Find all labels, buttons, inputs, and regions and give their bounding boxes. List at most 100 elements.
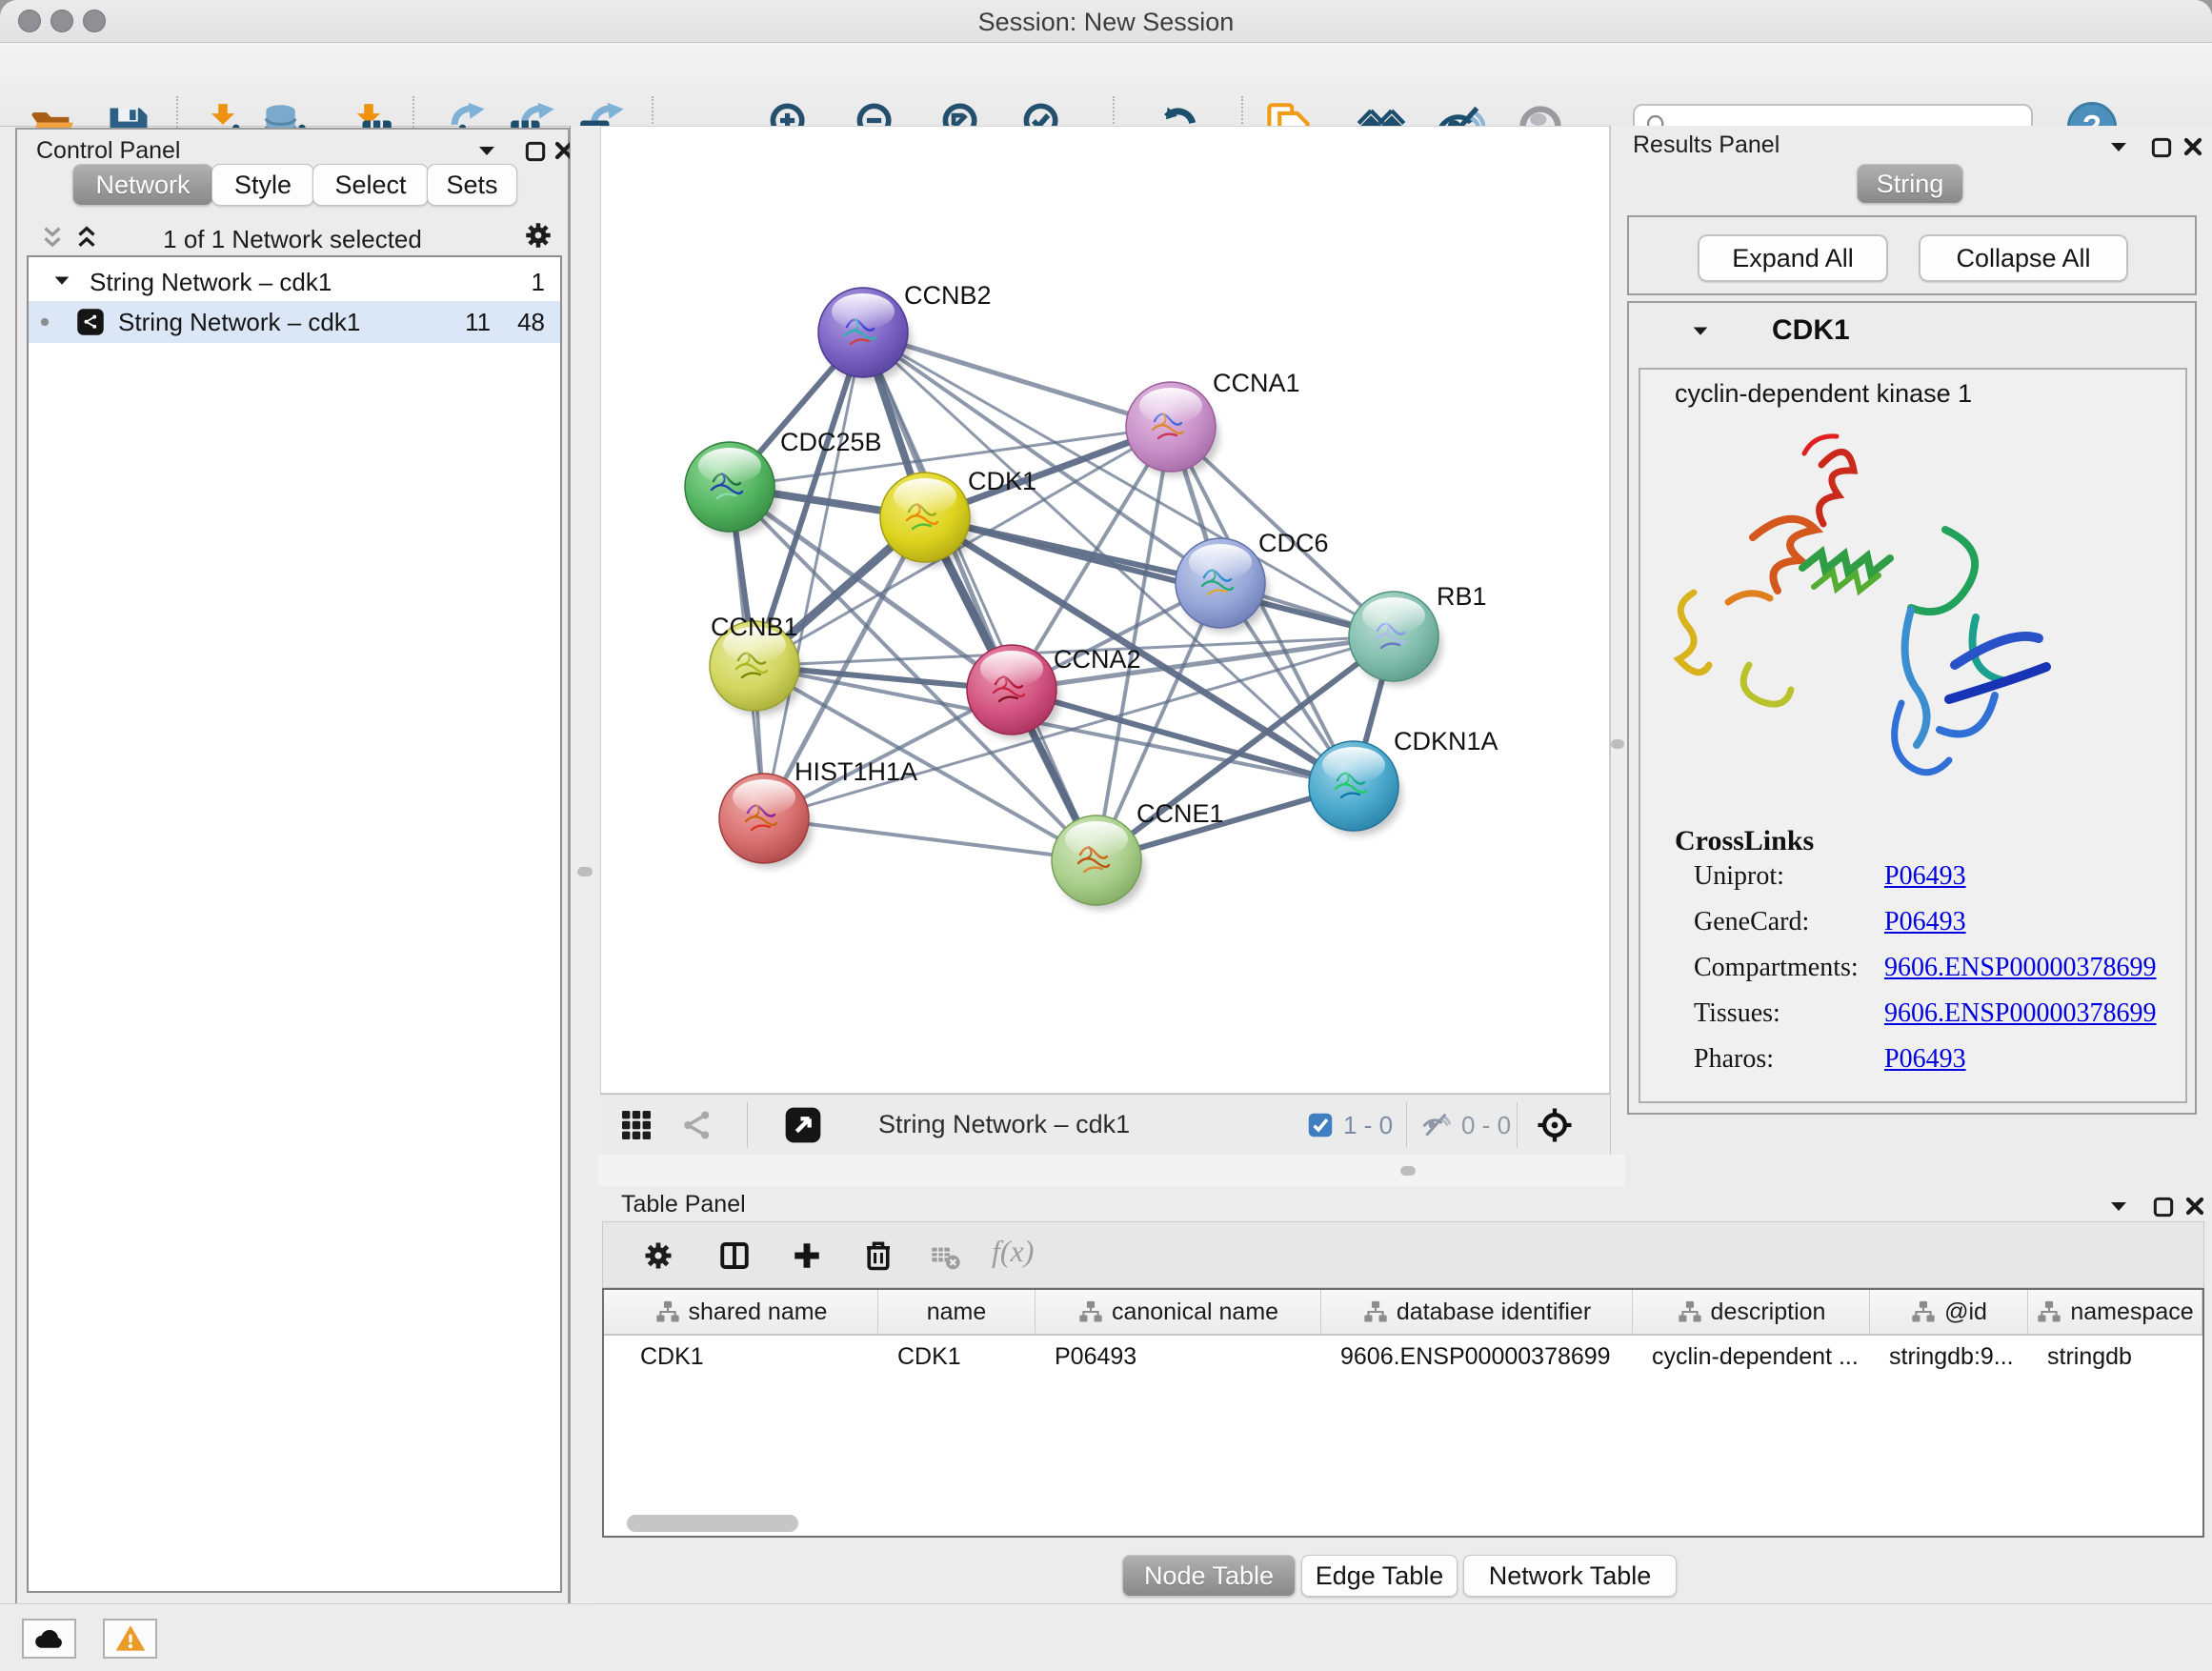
table-cell[interactable]: CDK1 xyxy=(878,1336,1036,1378)
crosslink-label: Tissues: xyxy=(1694,998,1884,1029)
crosslink-label: Uniprot: xyxy=(1694,861,1884,892)
column-header-database-identifier[interactable]: database identifier xyxy=(1321,1290,1633,1334)
left-splitter[interactable] xyxy=(570,126,602,1603)
crosslink-value-link[interactable]: P06493 xyxy=(1884,861,1966,892)
function-builder-icon: f(x) xyxy=(992,1234,1034,1269)
table-options-gear-icon[interactable] xyxy=(641,1238,675,1273)
float-panel-icon[interactable] xyxy=(2149,135,2174,160)
app-window: Session: New Session ? Control Panel 1 o… xyxy=(0,0,2212,1671)
warnings-button[interactable] xyxy=(103,1619,157,1659)
column-header-description[interactable]: description xyxy=(1633,1290,1870,1334)
table-cell[interactable]: 9606.ENSP00000378699 xyxy=(1321,1336,1633,1378)
table-header-row: shared name name canonical name database id… xyxy=(604,1290,2202,1336)
tab-style[interactable]: Style xyxy=(211,164,314,206)
column-header-label: @id xyxy=(1944,1299,1987,1326)
tab-sets[interactable]: Sets xyxy=(427,164,517,206)
left-splitter-handle[interactable] xyxy=(577,867,593,876)
network-node-rb1[interactable] xyxy=(1349,592,1442,686)
column-header-namespace[interactable]: namespace xyxy=(2028,1290,2202,1334)
network-column-icon xyxy=(654,1299,681,1325)
add-column-icon[interactable] xyxy=(790,1238,824,1273)
crosslink-value-link[interactable]: P06493 xyxy=(1884,1044,1966,1075)
crosslink-row: GeneCard:P06493 xyxy=(1694,907,2170,937)
network-column-icon xyxy=(1362,1299,1389,1325)
collapse-panel-icon[interactable] xyxy=(2107,1197,2130,1219)
crosslink-value-link[interactable]: P06493 xyxy=(1884,907,1966,937)
table-cell[interactable]: cyclin-dependent ... xyxy=(1633,1336,1870,1378)
network-column-icon xyxy=(2036,1299,2062,1325)
network-edge[interactable] xyxy=(764,818,1096,860)
tab-network-table[interactable]: Network Table xyxy=(1463,1555,1677,1597)
section-collapse-icon[interactable] xyxy=(1690,322,1711,343)
horizontal-splitter-handle[interactable] xyxy=(1400,1166,1416,1176)
network-node-hist1h1a[interactable] xyxy=(719,774,813,868)
tab-edge-table[interactable]: Edge Table xyxy=(1301,1555,1458,1597)
network-node-ccna2[interactable] xyxy=(967,645,1060,739)
column-header-canonical-name[interactable]: canonical name xyxy=(1036,1290,1321,1334)
column-header-shared-name[interactable]: shared name xyxy=(604,1290,878,1334)
selected-checkbox-icon[interactable] xyxy=(1307,1112,1334,1138)
delete-column-icon[interactable] xyxy=(861,1238,895,1273)
table-cell[interactable]: stringdb xyxy=(2028,1336,2202,1378)
protein-name-heading: CDK1 xyxy=(1772,314,1850,347)
crosslink-value-link[interactable]: 9606.ENSP00000378699 xyxy=(1884,998,2156,1029)
network-node-cdk1[interactable] xyxy=(880,473,974,567)
network-view-toolbar: String Network – cdk1 1 - 0 0 - 0 xyxy=(600,1094,1610,1155)
selected-count-badge: 1 - 0 xyxy=(1343,1111,1393,1140)
node-table[interactable]: shared name name canonical name database id… xyxy=(602,1288,2204,1538)
protein-section-box: CDK1 cyclin-dependent kinase 1 CrossLink… xyxy=(1627,301,2197,1115)
network-node-cdkn1a[interactable] xyxy=(1309,741,1402,836)
results-panel: Results Panel String Expand All Collapse… xyxy=(1625,126,2212,1187)
table-panel-title: Table Panel xyxy=(621,1191,746,1218)
node-label-cdc25b: CDC25B xyxy=(780,428,882,456)
column-header-name[interactable]: name xyxy=(878,1290,1036,1334)
delete-table-icon xyxy=(931,1241,961,1272)
tab-node-table[interactable]: Node Table xyxy=(1122,1555,1296,1597)
node-label-rb1: RB1 xyxy=(1437,582,1487,611)
collapse-all-button[interactable]: Collapse All xyxy=(1919,234,2128,282)
table-cell[interactable]: CDK1 xyxy=(604,1336,878,1378)
float-panel-icon[interactable] xyxy=(2151,1195,2176,1219)
node-label-ccnb1: CCNB1 xyxy=(711,613,798,641)
network-canvas[interactable]: CCNB2CCNA1CDC25BCDK1CDC6RB1CCNB1CCNA2CDK… xyxy=(600,126,1610,1094)
network-node-ccne1[interactable] xyxy=(1052,815,1145,910)
column-header-label: canonical name xyxy=(1112,1299,1278,1326)
crosslink-value-link[interactable]: 9606.ENSP00000378699 xyxy=(1884,953,2156,983)
crosshair-icon[interactable] xyxy=(1536,1106,1574,1144)
main-toolbar: ? xyxy=(0,43,2212,127)
collapse-panel-icon[interactable] xyxy=(2107,137,2130,160)
table-cell[interactable]: stringdb:9... xyxy=(1870,1336,2028,1378)
network-edge[interactable] xyxy=(764,332,863,818)
node-label-ccnb2: CCNB2 xyxy=(904,281,992,310)
network-view-icon[interactable] xyxy=(680,1108,714,1142)
tab-string[interactable]: String xyxy=(1857,164,1963,204)
hidden-eye-icon xyxy=(1421,1110,1452,1140)
column-header-label: name xyxy=(927,1299,987,1326)
network-node-ccna1[interactable] xyxy=(1126,382,1219,476)
tab-network[interactable]: Network xyxy=(72,164,213,206)
birdseye-view-icon[interactable] xyxy=(784,1106,822,1144)
table-cell[interactable]: P06493 xyxy=(1036,1336,1321,1378)
network-column-icon xyxy=(1910,1299,1937,1325)
right-splitter-handle[interactable] xyxy=(1611,739,1624,749)
expand-all-button[interactable]: Expand All xyxy=(1698,234,1888,282)
window-title: Session: New Session xyxy=(0,8,2212,37)
show-columns-icon[interactable] xyxy=(717,1238,752,1273)
node-label-ccna1: CCNA1 xyxy=(1213,369,1300,397)
close-panel-icon[interactable] xyxy=(2183,1195,2206,1218)
horizontal-scrollbar-thumb[interactable] xyxy=(627,1515,798,1532)
crosslinks-heading: CrossLinks xyxy=(1675,825,1814,857)
network-node-cdc25b[interactable] xyxy=(685,442,778,536)
network-graph[interactable]: CCNB2CCNA1CDC25BCDK1CDC6RB1CCNB1CCNA2CDK… xyxy=(601,127,1609,1093)
close-panel-icon[interactable] xyxy=(2182,135,2204,158)
network-node-cdc6[interactable] xyxy=(1176,538,1269,633)
divider xyxy=(1406,1102,1407,1148)
table-row[interactable]: CDK1CDK1P064939606.ENSP00000378699cyclin… xyxy=(604,1336,2202,1378)
cloud-button[interactable] xyxy=(22,1619,76,1659)
crosslink-label: GeneCard: xyxy=(1694,907,1884,937)
divider xyxy=(747,1102,748,1148)
node-label-ccne1: CCNE1 xyxy=(1136,799,1224,828)
column-header--id[interactable]: @id xyxy=(1870,1290,2028,1334)
tab-select[interactable]: Select xyxy=(312,164,429,206)
grid-view-icon[interactable] xyxy=(619,1108,654,1142)
